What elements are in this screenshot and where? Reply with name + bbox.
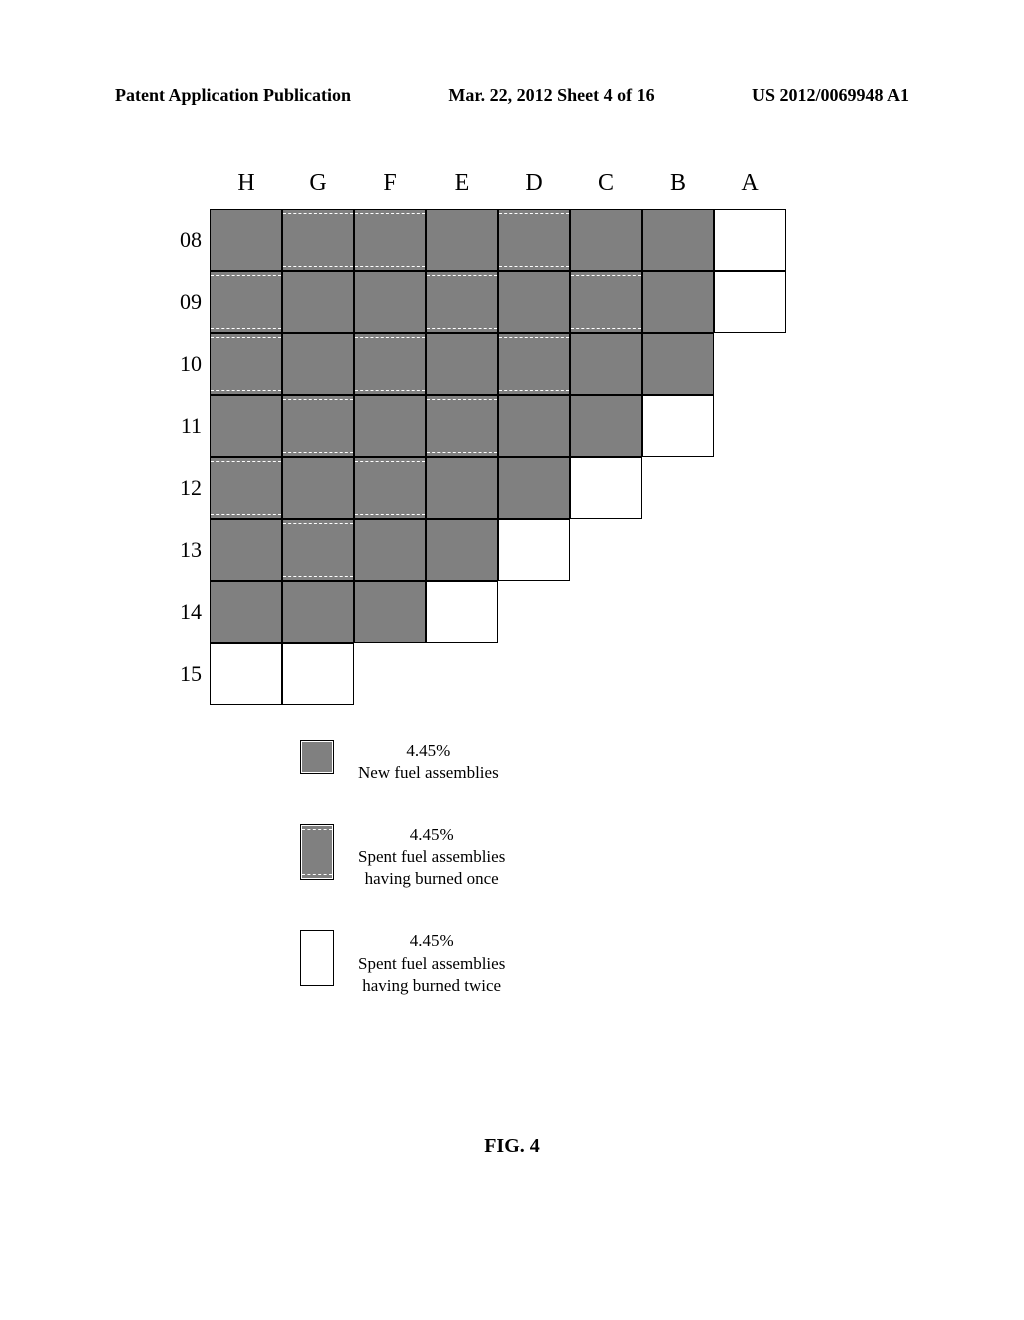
grid-cell [426,395,498,457]
grid-cell [354,581,426,643]
grid-cell [282,643,354,705]
legend-desc: having burned twice [358,975,505,997]
grid-cell [354,457,426,519]
col-label: H [210,170,282,197]
legend-enrichment: 4.45% [358,930,505,952]
row-label: 12 [160,457,210,519]
legend-desc: Spent fuel assemblies [358,846,505,868]
figure-grid: H G F E D C B A 08 09 10 11 12 13 14 15 [160,170,786,705]
legend-item-twice: 4.45% Spent fuel assemblies having burne… [300,930,505,996]
grid-cell [282,209,354,271]
grid-cell [282,395,354,457]
figure-label: FIG. 4 [0,1135,1024,1158]
grid-cell [642,395,714,457]
grid-cell [282,581,354,643]
grid-cell [210,457,282,519]
grid-cell [354,519,426,581]
row-label: 13 [160,519,210,581]
row-label: 14 [160,581,210,643]
grid-cell [210,209,282,271]
grid-cell [354,333,426,395]
grid-cell [570,209,642,271]
column-labels: H G F E D C B A [210,170,786,197]
grid-cell [570,457,642,519]
row-label: 08 [160,209,210,271]
grid-cell [426,457,498,519]
grid-cell [714,271,786,333]
grid-cell [498,457,570,519]
grid-cell [210,643,282,705]
grid-cell [498,271,570,333]
grid-cell [354,209,426,271]
grid-cell [282,457,354,519]
grid-cell [642,333,714,395]
col-label: B [642,170,714,197]
legend-enrichment: 4.45% [358,740,499,762]
grid-cell [210,395,282,457]
legend-item-once: 4.45% Spent fuel assemblies having burne… [300,824,505,890]
assembly-grid [210,209,786,705]
grid-cell [282,519,354,581]
grid-cell [282,333,354,395]
header-right: US 2012/0069948 A1 [752,85,909,106]
legend-swatch-new [300,740,334,774]
legend-desc: Spent fuel assemblies [358,953,505,975]
col-label: A [714,170,786,197]
grid-cell [426,333,498,395]
legend-item-new: 4.45% New fuel assemblies [300,740,505,784]
grid-cell [426,581,498,643]
grid-cell [354,271,426,333]
row-label: 11 [160,395,210,457]
legend-text: 4.45% Spent fuel assemblies having burne… [358,930,505,996]
grid-cell [642,209,714,271]
col-label: E [426,170,498,197]
col-label: C [570,170,642,197]
grid-cell [570,333,642,395]
col-label: D [498,170,570,197]
legend-enrichment: 4.45% [358,824,505,846]
grid-cell [570,271,642,333]
legend-swatch-twice [300,930,334,986]
grid-cell [426,519,498,581]
grid-cell [210,271,282,333]
grid-cell [210,519,282,581]
row-label: 10 [160,333,210,395]
legend-text: 4.45% Spent fuel assemblies having burne… [358,824,505,890]
header-center: Mar. 22, 2012 Sheet 4 of 16 [448,85,654,106]
row-label: 09 [160,271,210,333]
grid-cell [210,333,282,395]
row-label: 15 [160,643,210,705]
legend-desc: New fuel assemblies [358,762,499,784]
grid-cell [642,271,714,333]
row-labels: 08 09 10 11 12 13 14 15 [160,209,210,705]
grid-cell [498,333,570,395]
grid-cell [426,209,498,271]
grid-cell [714,209,786,271]
legend-text: 4.45% New fuel assemblies [358,740,499,784]
grid-cell [354,395,426,457]
header-left: Patent Application Publication [115,85,351,106]
grid-cell [426,271,498,333]
grid-cell [498,519,570,581]
legend-swatch-once [300,824,334,880]
grid-cell [210,581,282,643]
grid-cell [498,395,570,457]
grid-cell [498,209,570,271]
legend-desc: having burned once [358,868,505,890]
legend: 4.45% New fuel assemblies 4.45% Spent fu… [300,740,505,1037]
grid-cell [282,271,354,333]
grid-cell [570,395,642,457]
page-header: Patent Application Publication Mar. 22, … [0,85,1024,106]
col-label: F [354,170,426,197]
col-label: G [282,170,354,197]
